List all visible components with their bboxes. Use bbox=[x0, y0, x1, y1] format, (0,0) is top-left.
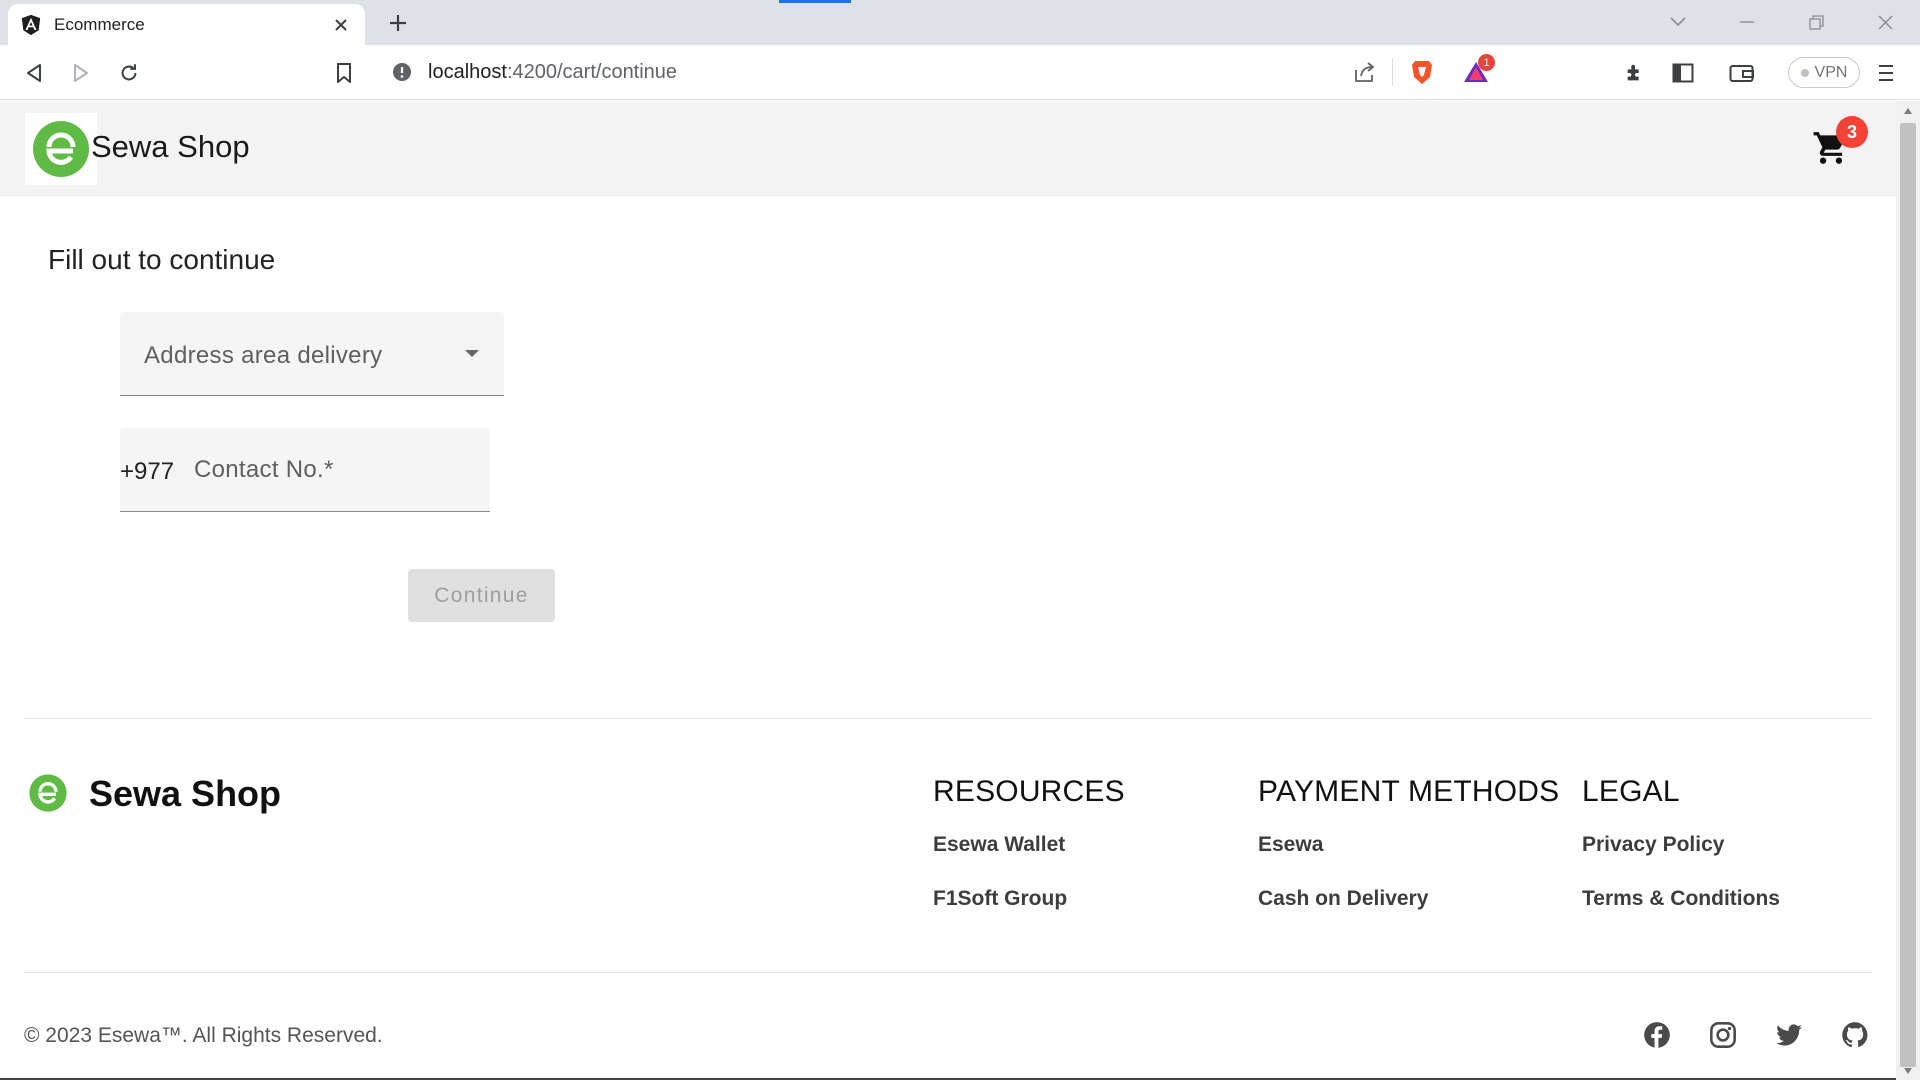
footer-link-esewa[interactable]: Esewa bbox=[1258, 833, 1323, 857]
tab-search-chevron-icon[interactable] bbox=[1658, 8, 1698, 36]
scroll-up-arrow-icon[interactable] bbox=[1903, 107, 1913, 115]
url-text: localhost:4200/cart/continue bbox=[428, 61, 677, 84]
footer-divider-bottom bbox=[24, 972, 1872, 973]
menu-hamburger-icon[interactable] bbox=[1870, 57, 1902, 89]
dropdown-arrow-icon bbox=[465, 350, 479, 357]
footer-esewa-logo-icon[interactable] bbox=[28, 773, 68, 813]
address-area-select[interactable]: Address area delivery bbox=[120, 312, 504, 396]
footer-link-esewa-wallet[interactable]: Esewa Wallet bbox=[933, 833, 1065, 857]
footer-column-resources: RESOURCES Esewa Wallet F1Soft Group bbox=[933, 775, 1125, 910]
angular-favicon-icon bbox=[20, 14, 42, 36]
site-info-icon[interactable] bbox=[392, 62, 412, 82]
address-bar[interactable]: localhost:4200/cart/continue 1 bbox=[378, 51, 1500, 93]
footer-divider-top bbox=[24, 718, 1872, 719]
footer-column-payment-methods: PAYMENT METHODS Esewa Cash on Delivery bbox=[1258, 775, 1560, 910]
address-area-label: Address area delivery bbox=[144, 342, 383, 369]
reload-icon[interactable] bbox=[113, 57, 145, 89]
footer-link-cash-on-delivery[interactable]: Cash on Delivery bbox=[1258, 887, 1428, 911]
close-window-icon[interactable] bbox=[1865, 8, 1905, 36]
page-scrollbar[interactable] bbox=[1896, 101, 1920, 1080]
footer-column-legal: LEGAL Privacy Policy Terms & Conditions bbox=[1582, 775, 1780, 910]
share-icon[interactable] bbox=[1353, 61, 1377, 83]
instagram-icon[interactable] bbox=[1709, 1021, 1737, 1049]
url-host: localhost bbox=[428, 61, 507, 83]
brand-name[interactable]: Sewa Shop bbox=[91, 129, 250, 165]
footer-column-title: PAYMENT METHODS bbox=[1258, 775, 1560, 808]
browser-toolbar: localhost:4200/cart/continue 1 VPN bbox=[0, 45, 1920, 100]
sidebar-toggle-icon[interactable] bbox=[1667, 57, 1699, 89]
tab-strip-indicator bbox=[779, 0, 851, 3]
url-path: :4200/cart/continue bbox=[506, 61, 678, 83]
browser-tab-bar: Ecommerce bbox=[0, 0, 1920, 45]
vpn-button[interactable]: VPN bbox=[1788, 57, 1860, 88]
esewa-logo-icon bbox=[33, 121, 89, 177]
wallet-icon[interactable] bbox=[1726, 57, 1758, 89]
tab-close-icon[interactable] bbox=[329, 13, 353, 37]
footer-link-terms-conditions[interactable]: Terms & Conditions bbox=[1582, 887, 1780, 911]
facebook-icon[interactable] bbox=[1643, 1021, 1671, 1049]
forward-icon[interactable] bbox=[65, 57, 97, 89]
footer-link-privacy-policy[interactable]: Privacy Policy bbox=[1582, 833, 1724, 857]
footer-column-title: LEGAL bbox=[1582, 775, 1680, 808]
minimize-icon[interactable] bbox=[1727, 8, 1767, 36]
github-icon[interactable] bbox=[1841, 1021, 1869, 1049]
bookmark-icon[interactable] bbox=[328, 57, 360, 89]
back-icon[interactable] bbox=[18, 57, 50, 89]
omnibox-divider bbox=[1392, 59, 1393, 85]
page-content: Sewa Shop 3 Fill out to continue Address… bbox=[0, 101, 1896, 1080]
footer-brand-name: Sewa Shop bbox=[89, 773, 282, 814]
vpn-status-dot bbox=[1800, 68, 1809, 77]
extensions-puzzle-icon[interactable] bbox=[1619, 57, 1651, 89]
restore-icon[interactable] bbox=[1796, 8, 1836, 36]
contact-number-field[interactable]: +977 bbox=[120, 428, 490, 512]
rewards-badge: 1 bbox=[1478, 54, 1495, 71]
vpn-label: VPN bbox=[1814, 63, 1848, 81]
cart-count-badge: 3 bbox=[1836, 116, 1868, 148]
app-header: Sewa Shop 3 bbox=[0, 101, 1896, 197]
continue-button[interactable]: Continue bbox=[408, 569, 555, 622]
country-code-prefix: +977 bbox=[120, 458, 175, 485]
tab-title: Ecommerce bbox=[54, 14, 145, 34]
scrollbar-thumb[interactable] bbox=[1900, 123, 1916, 1067]
esewa-logo[interactable] bbox=[25, 113, 97, 185]
footer-column-title: RESOURCES bbox=[933, 775, 1125, 808]
browser-tab-ecommerce[interactable]: Ecommerce bbox=[8, 4, 365, 45]
contact-number-input[interactable] bbox=[194, 448, 474, 492]
form-title: Fill out to continue bbox=[48, 244, 276, 275]
copyright-text: © 2023 Esewa™. All Rights Reserved. bbox=[24, 1024, 383, 1047]
scroll-down-arrow-icon[interactable] bbox=[1903, 1067, 1913, 1075]
brave-shields-icon[interactable] bbox=[1410, 58, 1434, 86]
twitter-icon[interactable] bbox=[1775, 1021, 1803, 1049]
footer-link-f1soft-group[interactable]: F1Soft Group bbox=[933, 887, 1067, 911]
new-tab-plus-icon[interactable] bbox=[384, 9, 412, 37]
